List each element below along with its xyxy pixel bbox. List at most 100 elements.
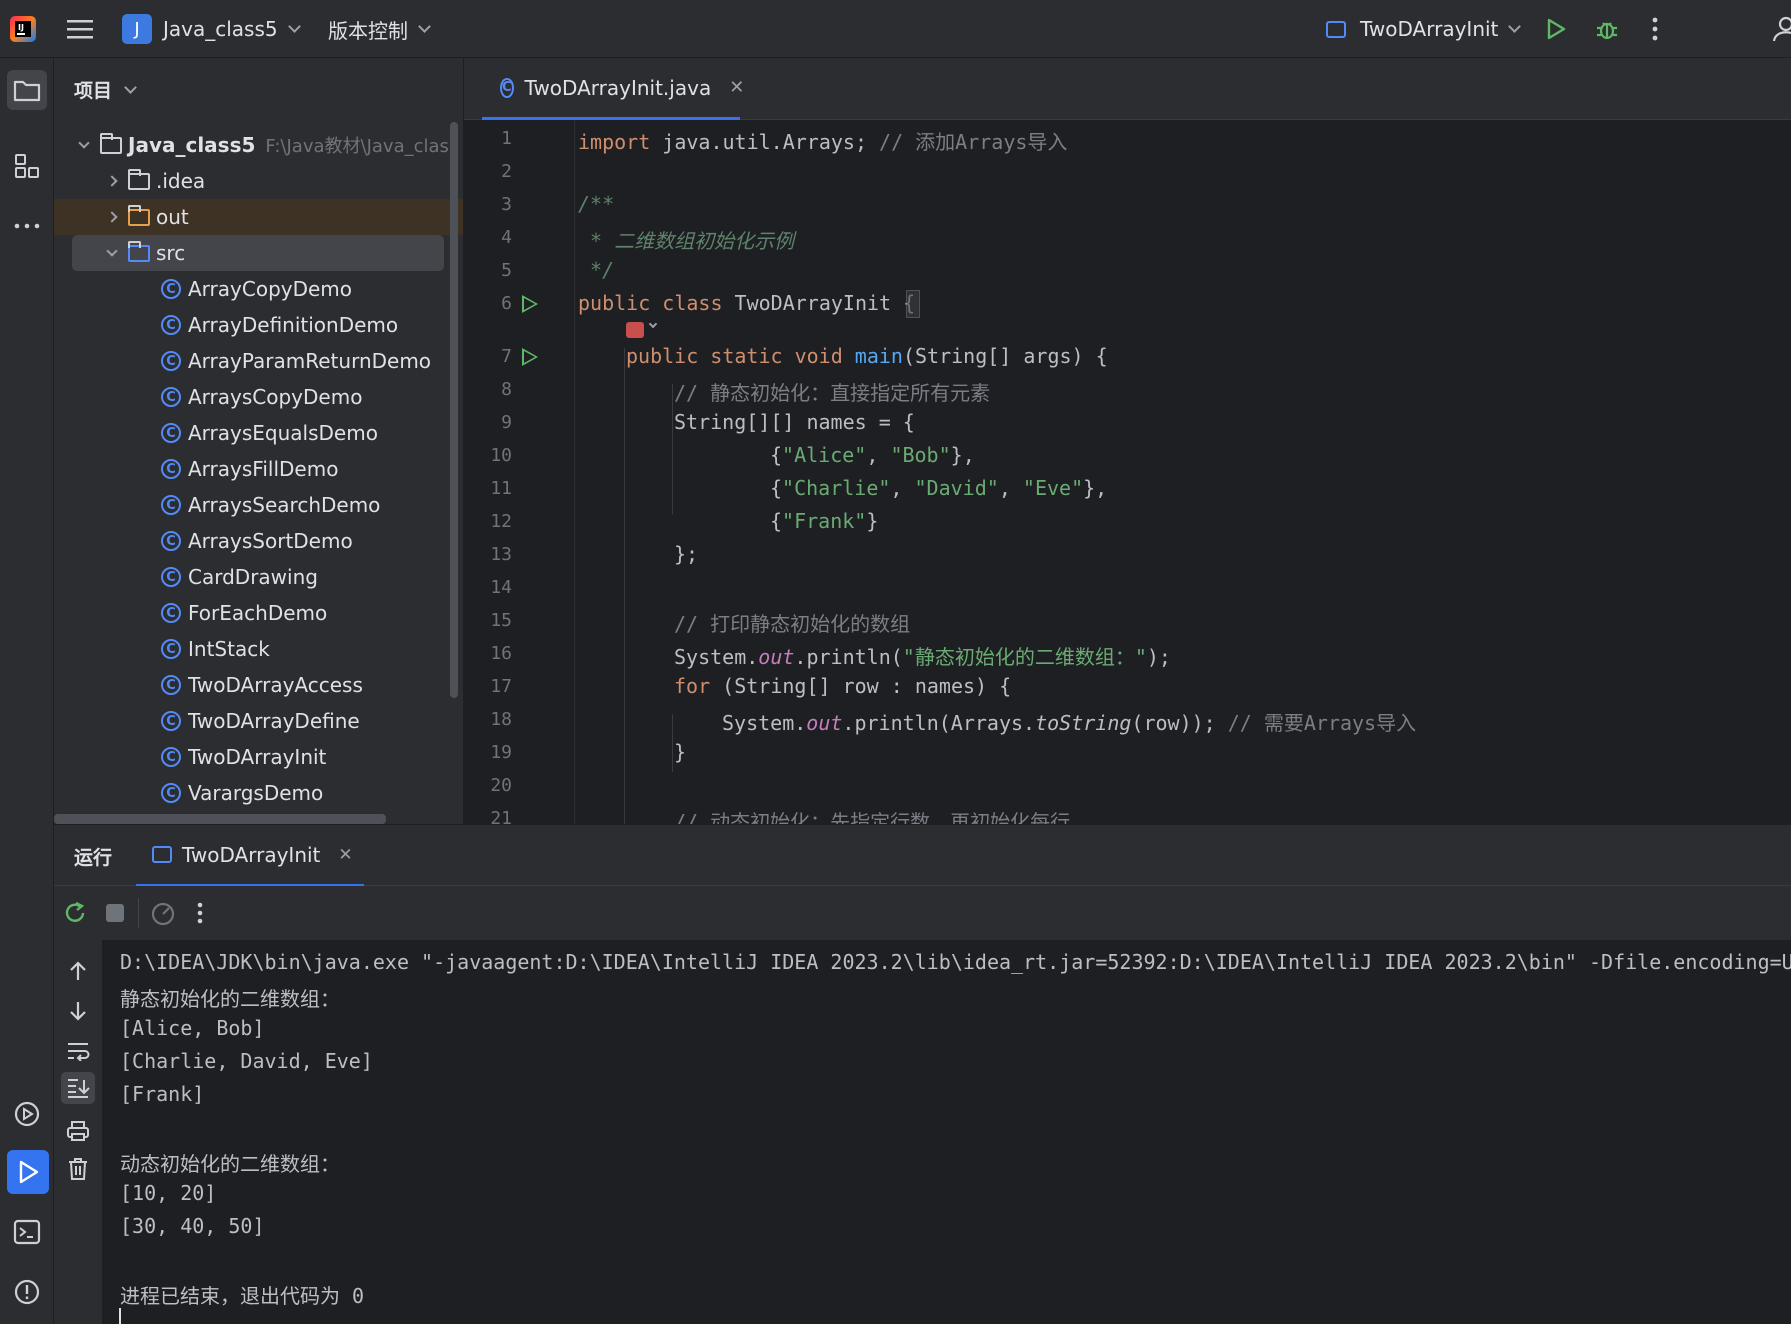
line-number: 16 <box>490 643 512 664</box>
tree-folder-idea[interactable]: .idea <box>54 163 454 199</box>
line-number: 21 <box>490 808 512 824</box>
project-selector[interactable]: J Java_class5 <box>122 0 301 58</box>
horizontal-scrollbar[interactable] <box>54 814 386 824</box>
run-button[interactable] <box>1544 0 1568 58</box>
print-icon[interactable] <box>63 1116 93 1146</box>
chevron-down-icon[interactable] <box>102 244 122 257</box>
app-logo-icon[interactable]: IJ <box>8 0 38 58</box>
tree-class-item[interactable]: C TwoDArrayDefine <box>54 703 454 739</box>
run-panel-title: 运行 <box>74 847 113 869</box>
run-config-selector[interactable]: TwoDArrayInit <box>1326 0 1522 58</box>
chevron-right-icon[interactable] <box>102 175 122 187</box>
tree-class-item[interactable]: C CardDrawing <box>54 559 454 595</box>
tree-class-item[interactable]: C IntStack <box>54 631 454 667</box>
tree-label: TwoDArrayDefine <box>188 709 360 733</box>
code-line-3: /** <box>578 192 615 216</box>
tree-class-item-selected[interactable]: C TwoDArrayInit <box>54 739 454 775</box>
main-menu-icon[interactable] <box>66 0 94 58</box>
tree-label: ArrayCopyDemo <box>188 277 353 301</box>
run-class-gutter-icon[interactable] <box>522 295 538 313</box>
author-inlay-icon[interactable] <box>626 322 644 338</box>
editor-tab-bar: C TwoDArrayInit.java ✕ <box>464 58 1791 120</box>
code-field: out <box>806 711 843 735</box>
line-number: 5 <box>501 260 512 281</box>
tree-class-item[interactable]: C ArraysSearchDemo <box>54 487 454 523</box>
code-editor[interactable]: 1 2 3 4 5 6 7 8 9 10 11 12 13 14 15 16 1… <box>464 120 1791 824</box>
tree-class-item[interactable]: C ArraysEqualsDemo <box>54 415 454 451</box>
tree-class-item[interactable]: C ArrayDefinitionDemo <box>54 307 454 343</box>
run-tool-button[interactable] <box>7 1150 49 1194</box>
tree-class-item[interactable]: C ForEachDemo <box>54 595 454 631</box>
tree-class-item[interactable]: C VarargsDemo <box>54 775 454 811</box>
tree-folder-out[interactable]: out <box>54 199 463 235</box>
code-line-9: String[][] names = { <box>674 410 915 434</box>
tree-class-item[interactable]: C ArraysFillDemo <box>54 451 454 487</box>
chevron-right-icon[interactable] <box>102 211 122 223</box>
code-string: "Bob" <box>890 443 951 467</box>
class-icon: C <box>161 315 181 335</box>
run-tab-twodarrayinit[interactable]: TwoDArrayInit ✕ <box>136 825 364 887</box>
line-number: 17 <box>490 676 512 697</box>
code-line-4: * 二维数组初始化示例 <box>578 229 795 253</box>
code-line-13: }; <box>674 542 699 566</box>
project-panel-header[interactable]: 项目 <box>74 76 137 103</box>
soft-wrap-icon[interactable] <box>63 1036 93 1066</box>
tree-class-item[interactable]: C ArraysCopyDemo <box>54 379 454 415</box>
console-line: D:\IDEA\JDK\bin\java.exe "-javaagent:D:\… <box>120 950 1791 974</box>
project-tool-button[interactable] <box>7 70 47 110</box>
rerun-icon[interactable] <box>60 898 90 928</box>
code-comment: // 添加Arrays导入 <box>879 130 1068 154</box>
vcs-menu[interactable]: 版本控制 <box>328 0 431 58</box>
tab-label: TwoDArrayInit <box>182 842 321 867</box>
chevron-down-icon[interactable] <box>648 319 658 329</box>
close-icon[interactable]: ✕ <box>338 845 352 865</box>
console-line: 静态初始化的二维数组： <box>120 987 340 1011</box>
console-line: 进程已结束，退出代码为 0 <box>120 1284 365 1308</box>
tree-class-item[interactable]: C ArrayCopyDemo <box>54 271 454 307</box>
tree-label: ArrayParamReturnDemo <box>188 349 432 373</box>
tree-class-item[interactable]: C TwoDArrayAccess <box>54 667 454 703</box>
code-string: "Alice" <box>782 443 867 467</box>
more-actions-icon[interactable] <box>190 898 210 928</box>
folder-icon <box>128 168 150 190</box>
editor-tab-twodarrayinit[interactable]: C TwoDArrayInit.java ✕ <box>482 58 744 120</box>
coverage-gauge-icon[interactable] <box>146 898 180 928</box>
vertical-scrollbar[interactable] <box>450 122 458 698</box>
close-icon[interactable]: ✕ <box>729 77 744 98</box>
arrow-up-icon[interactable] <box>63 956 93 986</box>
more-tools-icon[interactable] <box>7 206 47 246</box>
structure-tool-button[interactable] <box>7 146 47 186</box>
services-tool-button[interactable] <box>7 1094 47 1134</box>
class-icon: C <box>161 423 181 443</box>
tree-folder-src[interactable]: src <box>72 235 444 271</box>
code-line-16: System.out.println("静态初始化的二维数组："); <box>674 641 1171 670</box>
class-icon: C <box>161 747 181 767</box>
code-string: "Charlie" <box>782 476 891 500</box>
run-main-gutter-icon[interactable] <box>522 348 538 366</box>
chevron-down-icon[interactable] <box>74 136 94 149</box>
tree-root-java-class5[interactable]: Java_class5 F:\Java教材\Java_clas <box>54 127 454 163</box>
tree-label: ArraysCopyDemo <box>188 385 363 409</box>
terminal-tool-button[interactable] <box>7 1212 47 1252</box>
tree-class-item[interactable]: C ArrayParamReturnDemo <box>54 343 454 379</box>
svg-text:IJ: IJ <box>18 23 24 32</box>
user-account-icon[interactable] <box>1772 0 1791 58</box>
console-output[interactable]: D:\IDEA\JDK\bin\java.exe "-javaagent:D:\… <box>102 940 1791 1324</box>
debug-button[interactable] <box>1594 0 1620 58</box>
git-tool-button[interactable] <box>7 1320 47 1324</box>
code-line-12: {"Frank"} <box>770 509 879 533</box>
tree-label: IntStack <box>188 637 270 661</box>
gutter-divider <box>574 120 575 824</box>
trash-icon[interactable] <box>63 1154 93 1184</box>
tree-label: ArrayDefinitionDemo <box>188 313 399 337</box>
line-number: 20 <box>490 775 512 796</box>
stop-icon[interactable] <box>100 898 130 928</box>
console-line: 动态初始化的二维数组： <box>120 1152 340 1176</box>
more-actions-icon[interactable] <box>1652 0 1658 58</box>
class-icon: C <box>161 387 181 407</box>
line-number: 13 <box>490 544 512 565</box>
arrow-down-icon[interactable] <box>63 996 93 1026</box>
tree-class-item[interactable]: C ArraysSortDemo <box>54 523 454 559</box>
problems-tool-button[interactable] <box>7 1272 47 1312</box>
scroll-to-end-icon[interactable] <box>61 1072 95 1104</box>
